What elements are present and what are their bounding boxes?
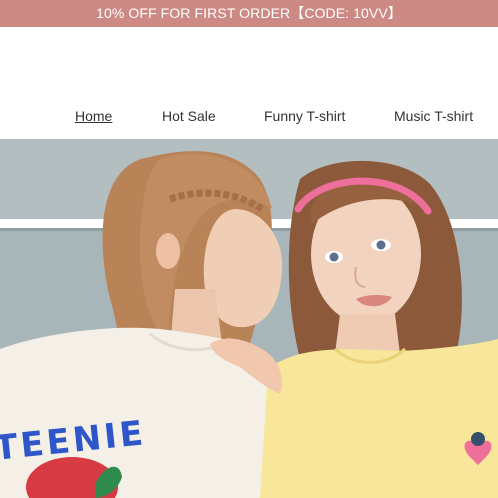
shirt-patch-bear bbox=[471, 432, 485, 446]
nav-item-home[interactable]: Home bbox=[75, 107, 112, 125]
nav-item-hot-sale[interactable]: Hot Sale bbox=[162, 107, 216, 125]
nav-item-music-t-shirt[interactable]: Music T-shirt bbox=[394, 107, 473, 125]
left-model-ear bbox=[156, 233, 180, 269]
hero-photo: TEENIE bbox=[0, 139, 498, 498]
hero-banner[interactable]: TEENIE bbox=[0, 139, 498, 498]
right-model-iris-left bbox=[329, 252, 339, 262]
right-model-iris-right bbox=[376, 240, 386, 250]
main-nav: Home Hot Sale Funny T-shirt Music T-shir… bbox=[0, 107, 498, 125]
announcement-text: 10% OFF FOR FIRST ORDER【CODE: 10VV】 bbox=[96, 5, 402, 21]
nav-item-funny-t-shirt[interactable]: Funny T-shirt bbox=[264, 107, 345, 125]
right-model-neck bbox=[335, 314, 400, 354]
announcement-bar[interactable]: 10% OFF FOR FIRST ORDER【CODE: 10VV】 bbox=[0, 0, 498, 27]
page: 10% OFF FOR FIRST ORDER【CODE: 10VV】 Home… bbox=[0, 0, 498, 498]
